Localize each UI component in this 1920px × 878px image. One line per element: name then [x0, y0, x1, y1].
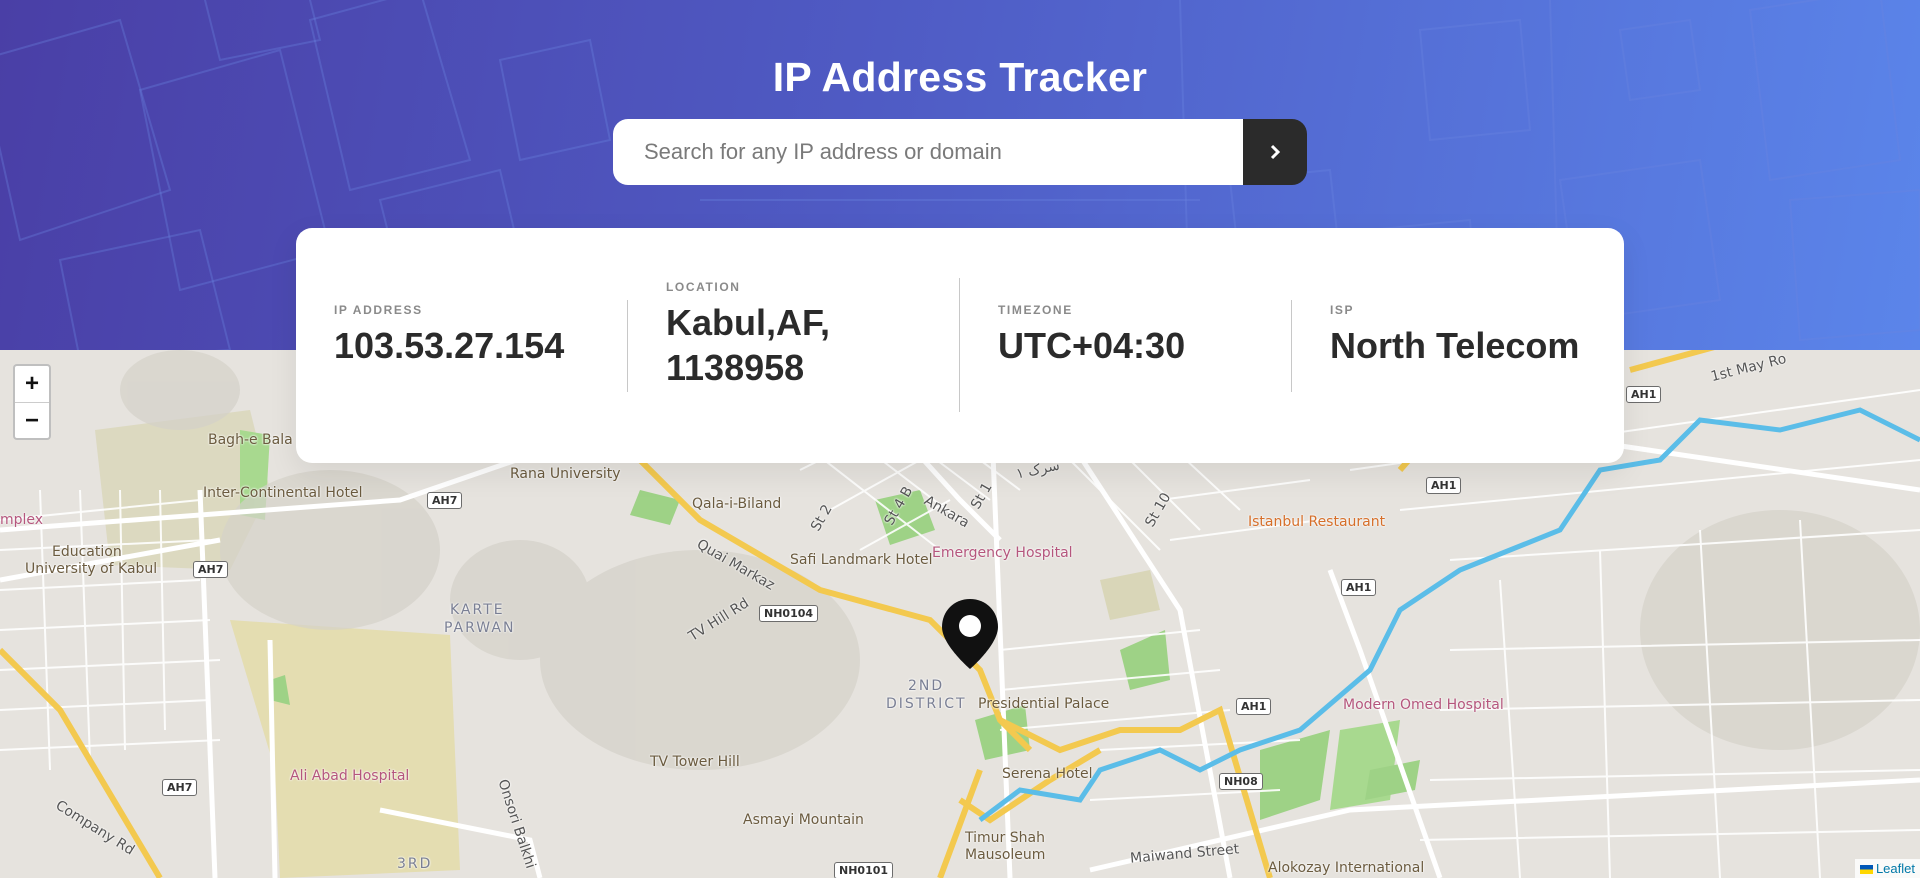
attribution-link[interactable]: Leaflet: [1876, 861, 1915, 876]
map-label: KARTE: [450, 602, 505, 618]
map-label: Safi Landmark Hotel: [790, 552, 933, 568]
map-label: Qala-i-Biland: [692, 496, 782, 512]
map-label: Alokozay International: [1268, 860, 1425, 876]
ip-address-value: 103.53.27.154: [334, 325, 565, 366]
map-label: Inter-Continental Hotel: [203, 485, 363, 501]
timezone-value: UTC+04:30: [998, 325, 1186, 366]
zoom-in-button[interactable]: +: [15, 366, 49, 403]
search-input[interactable]: [613, 119, 1243, 185]
map-label: Mausoleum: [965, 847, 1046, 863]
map-label: Presidential Palace: [978, 696, 1110, 712]
search-bar: [613, 119, 1307, 185]
road-shield: AH1: [1236, 698, 1272, 715]
chevron-right-icon: [1270, 144, 1281, 160]
map-label: Serena Hotel: [1002, 766, 1093, 782]
map-label: Modern Omed Hospital: [1343, 697, 1504, 713]
timezone-label: TIMEZONE: [998, 303, 1073, 317]
road-shield: NH0104: [759, 605, 819, 622]
map-label: Timur Shah: [965, 830, 1045, 846]
map-label: 3RD: [397, 856, 433, 872]
page-title: IP Address Tracker: [772, 54, 1148, 100]
isp-label: ISP: [1330, 303, 1355, 317]
map-label: PARWAN: [444, 620, 516, 636]
road-shield: AH7: [193, 561, 229, 578]
map-label: Ali Abad Hospital: [290, 768, 410, 784]
ip-address-block: IP ADDRESS 103.53.27.154: [334, 303, 564, 368]
map-label: 2ND: [908, 678, 945, 694]
location-block: LOCATION Kabul,AF, 1138958: [666, 280, 830, 390]
road-shield: NH0101: [834, 862, 894, 878]
road-shield: AH1: [1626, 386, 1662, 403]
map-label: Asmayi Mountain: [743, 812, 864, 828]
road-shield: AH1: [1341, 579, 1377, 596]
zoom-control: + −: [13, 364, 51, 440]
road-shield: NH08: [1219, 773, 1263, 790]
map-label: mplex: [0, 512, 44, 528]
map-label: Bagh-e Bala: [208, 432, 293, 448]
zoom-out-button[interactable]: −: [15, 403, 49, 439]
isp-value: North Telecom: [1330, 325, 1580, 366]
map-attribution[interactable]: Leaflet: [1854, 859, 1920, 878]
location-value-line2: 1138958: [666, 347, 805, 388]
map-label: Istanbul Restaurant: [1248, 514, 1386, 530]
location-pin-icon[interactable]: [940, 597, 1000, 671]
flag-icon: [1859, 865, 1873, 875]
location-value-line1: Kabul,AF,: [666, 302, 831, 343]
search-submit-button[interactable]: [1243, 119, 1307, 185]
map-label: University of Kabul: [25, 561, 158, 577]
divider: [1291, 300, 1292, 392]
info-card: IP ADDRESS 103.53.27.154 LOCATION Kabul,…: [296, 228, 1624, 463]
road-shield: AH7: [427, 492, 463, 509]
map-label: Education: [52, 544, 122, 560]
location-label: LOCATION: [666, 280, 741, 294]
isp-block: ISP North Telecom: [1330, 303, 1579, 368]
ip-address-label: IP ADDRESS: [334, 303, 423, 317]
map-label: Rana University: [510, 466, 621, 482]
map-label: DISTRICT: [886, 696, 967, 712]
divider: [627, 300, 628, 392]
road-shield: AH1: [1426, 477, 1462, 494]
divider: [959, 278, 960, 412]
map-label: Emergency Hospital: [932, 545, 1073, 561]
timezone-block: TIMEZONE UTC+04:30: [998, 303, 1185, 368]
map-label: TV Tower Hill: [650, 754, 740, 770]
road-shield: AH7: [162, 779, 198, 796]
